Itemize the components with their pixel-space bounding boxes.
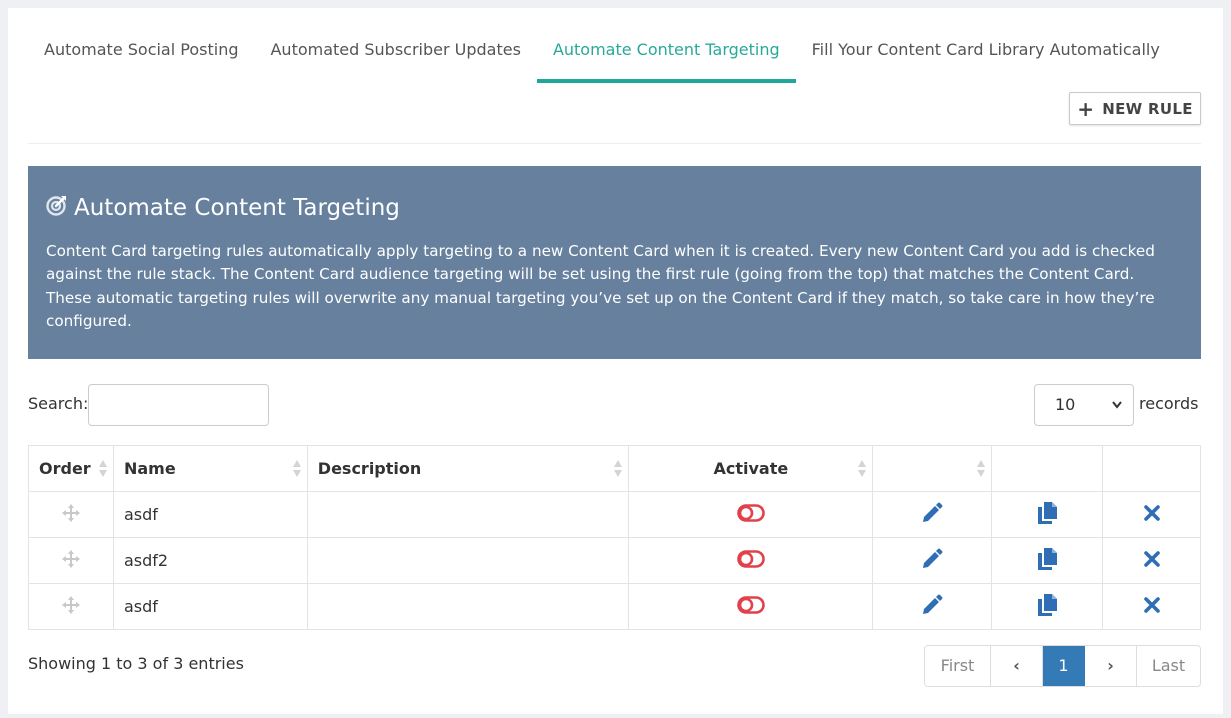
tab-bar: Automate Social Posting Automated Subscr… [28,30,1176,92]
info-panel-title: Automate Content Targeting [46,194,1183,222]
page-prev-button[interactable]: ‹ [991,646,1043,686]
page-first-button[interactable]: First [925,646,991,686]
order-cell[interactable] [28,491,114,538]
toggle-off-icon[interactable] [737,595,765,618]
description-cell [306,537,630,584]
tab-automate-content-targeting[interactable]: Automate Content Targeting [536,30,796,92]
activate-cell [628,583,874,630]
records-selected-value: 10 [1055,395,1076,414]
page-last-button[interactable]: Last [1137,646,1200,686]
close-icon[interactable] [1143,596,1161,618]
sort-icon [614,460,623,478]
pencil-icon[interactable] [920,594,944,621]
target-pin-icon [46,194,68,222]
close-icon[interactable] [1143,504,1161,526]
delete-cell [1102,583,1201,630]
sort-icon [977,460,986,478]
edit-cell [872,583,993,630]
column-name[interactable]: Name [112,445,308,492]
entries-info: Showing 1 to 3 of 3 entries [28,654,244,673]
rule-name: asdf [123,505,158,524]
delete-cell [1102,537,1201,584]
pencil-icon[interactable] [920,548,944,575]
name-cell: asdf2 [112,537,308,584]
table-header-row: Order Name Description Activate [28,445,1201,492]
table-row: asdf [28,583,1201,630]
column-copy [991,445,1104,492]
plus-icon: + [1077,96,1095,121]
activate-cell [628,537,874,584]
edit-cell [872,537,993,584]
delete-cell [1102,491,1201,538]
edit-cell [872,491,993,538]
tab-automate-social-posting[interactable]: Automate Social Posting [28,30,254,92]
column-delete [1102,445,1201,492]
rule-name: asdf2 [123,551,169,570]
search-label: Search: [28,394,89,413]
copy-cell [991,491,1104,538]
column-edit[interactable] [872,445,993,492]
new-rule-label: NEW RULE [1102,99,1193,118]
drag-handle-icon[interactable] [61,595,81,619]
table-row: asdf2 [28,537,1201,584]
tab-fill-content-card-library[interactable]: Fill Your Content Card Library Automatic… [796,30,1176,92]
chevron-down-icon [1111,385,1123,442]
table-row: asdf [28,491,1201,538]
name-cell: asdf [112,491,308,538]
automation-card: Automate Social Posting Automated Subscr… [8,8,1223,714]
copy-cell [991,583,1104,630]
drag-handle-icon[interactable] [61,549,81,573]
description-cell [306,491,630,538]
page-next-button[interactable]: › [1085,646,1137,686]
info-description: Content Card targeting rules automatical… [46,242,1155,331]
sort-icon [98,460,107,478]
toggle-off-icon[interactable] [737,503,765,526]
drag-handle-icon[interactable] [61,503,81,527]
copy-cell [991,537,1104,584]
pencil-icon[interactable] [920,502,944,529]
new-rule-button[interactable]: + NEW RULE [1069,92,1201,125]
records-per-page-select[interactable]: 10 [1034,384,1134,426]
sort-icon [858,460,867,478]
page-current-button[interactable]: 1 [1043,646,1085,686]
rules-table: Order Name Description Activate asdf asd… [28,445,1201,630]
order-cell[interactable] [28,537,114,584]
order-cell[interactable] [28,583,114,630]
toggle-off-icon[interactable] [737,549,765,572]
column-description[interactable]: Description [306,445,630,492]
pagination: First ‹ 1 › Last [924,645,1201,687]
rule-name: asdf [123,597,158,616]
copy-icon[interactable] [1036,501,1058,529]
sort-icon [292,460,301,478]
close-icon[interactable] [1143,550,1161,572]
name-cell: asdf [112,583,308,630]
copy-icon[interactable] [1036,547,1058,575]
copy-icon[interactable] [1036,593,1058,621]
search-input[interactable] [88,384,269,426]
activate-cell [628,491,874,538]
column-order[interactable]: Order [28,445,114,492]
info-panel: Automate Content Targeting Content Card … [28,166,1201,359]
info-title-text: Automate Content Targeting [74,195,400,221]
column-activate[interactable]: Activate [628,445,874,492]
description-cell [306,583,630,630]
divider [28,143,1201,144]
tab-automated-subscriber-updates[interactable]: Automated Subscriber Updates [254,30,536,92]
records-label: records [1139,394,1199,413]
